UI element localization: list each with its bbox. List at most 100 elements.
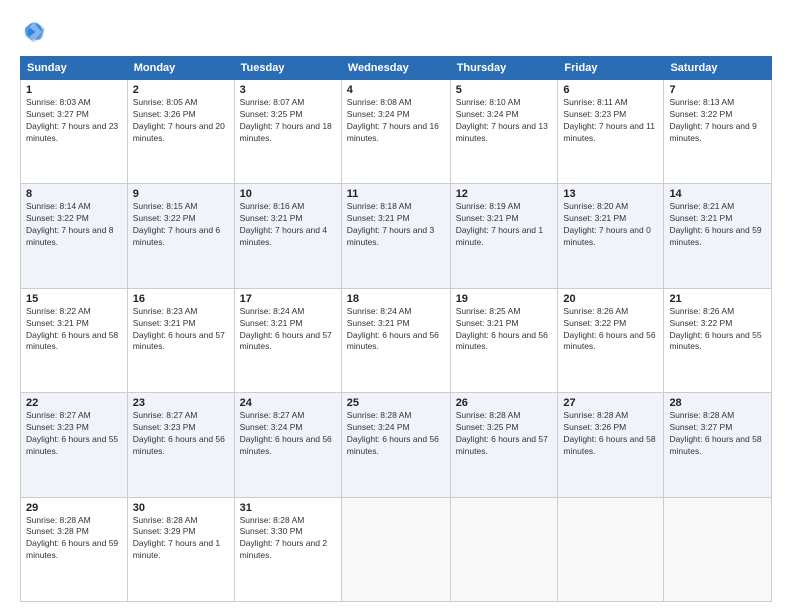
day-cell: 23 Sunrise: 8:27 AMSunset: 3:23 PMDaylig… (127, 393, 234, 497)
logo (20, 18, 52, 46)
day-info: Sunrise: 8:15 AMSunset: 3:22 PMDaylight:… (133, 201, 229, 249)
day-cell: 14 Sunrise: 8:21 AMSunset: 3:21 PMDaylig… (664, 184, 772, 288)
day-info: Sunrise: 8:28 AMSunset: 3:28 PMDaylight:… (26, 515, 122, 563)
day-number: 10 (240, 188, 336, 200)
day-cell: 9 Sunrise: 8:15 AMSunset: 3:22 PMDayligh… (127, 184, 234, 288)
day-number: 9 (133, 188, 229, 200)
day-number: 21 (669, 293, 766, 305)
week-row-2: 8 Sunrise: 8:14 AMSunset: 3:22 PMDayligh… (21, 184, 772, 288)
day-number: 24 (240, 397, 336, 409)
day-cell: 18 Sunrise: 8:24 AMSunset: 3:21 PMDaylig… (341, 288, 450, 392)
day-info: Sunrise: 8:05 AMSunset: 3:26 PMDaylight:… (133, 97, 229, 145)
day-cell: 21 Sunrise: 8:26 AMSunset: 3:22 PMDaylig… (664, 288, 772, 392)
day-number: 22 (26, 397, 122, 409)
day-info: Sunrise: 8:27 AMSunset: 3:23 PMDaylight:… (26, 410, 122, 458)
day-info: Sunrise: 8:16 AMSunset: 3:21 PMDaylight:… (240, 201, 336, 249)
day-info: Sunrise: 8:11 AMSunset: 3:23 PMDaylight:… (563, 97, 658, 145)
day-info: Sunrise: 8:28 AMSunset: 3:24 PMDaylight:… (347, 410, 445, 458)
day-number: 16 (133, 293, 229, 305)
day-info: Sunrise: 8:28 AMSunset: 3:30 PMDaylight:… (240, 515, 336, 563)
day-info: Sunrise: 8:25 AMSunset: 3:21 PMDaylight:… (456, 306, 553, 354)
day-cell: 29 Sunrise: 8:28 AMSunset: 3:28 PMDaylig… (21, 497, 128, 601)
logo-icon (20, 18, 48, 46)
day-number: 31 (240, 502, 336, 514)
day-number: 3 (240, 84, 336, 96)
day-of-week-saturday: Saturday (664, 57, 772, 80)
day-cell: 19 Sunrise: 8:25 AMSunset: 3:21 PMDaylig… (450, 288, 558, 392)
day-number: 1 (26, 84, 122, 96)
page: SundayMondayTuesdayWednesdayThursdayFrid… (0, 0, 792, 612)
day-number: 27 (563, 397, 658, 409)
day-cell: 11 Sunrise: 8:18 AMSunset: 3:21 PMDaylig… (341, 184, 450, 288)
day-info: Sunrise: 8:27 AMSunset: 3:23 PMDaylight:… (133, 410, 229, 458)
day-info: Sunrise: 8:24 AMSunset: 3:21 PMDaylight:… (347, 306, 445, 354)
week-row-4: 22 Sunrise: 8:27 AMSunset: 3:23 PMDaylig… (21, 393, 772, 497)
day-info: Sunrise: 8:22 AMSunset: 3:21 PMDaylight:… (26, 306, 122, 354)
day-of-week-friday: Friday (558, 57, 664, 80)
day-cell: 8 Sunrise: 8:14 AMSunset: 3:22 PMDayligh… (21, 184, 128, 288)
day-cell: 7 Sunrise: 8:13 AMSunset: 3:22 PMDayligh… (664, 80, 772, 184)
day-number: 19 (456, 293, 553, 305)
day-number: 8 (26, 188, 122, 200)
day-info: Sunrise: 8:26 AMSunset: 3:22 PMDaylight:… (669, 306, 766, 354)
day-info: Sunrise: 8:07 AMSunset: 3:25 PMDaylight:… (240, 97, 336, 145)
day-number: 20 (563, 293, 658, 305)
header-row: SundayMondayTuesdayWednesdayThursdayFrid… (21, 57, 772, 80)
day-number: 6 (563, 84, 658, 96)
week-row-1: 1 Sunrise: 8:03 AMSunset: 3:27 PMDayligh… (21, 80, 772, 184)
day-cell: 5 Sunrise: 8:10 AMSunset: 3:24 PMDayligh… (450, 80, 558, 184)
day-number: 30 (133, 502, 229, 514)
day-cell: 6 Sunrise: 8:11 AMSunset: 3:23 PMDayligh… (558, 80, 664, 184)
day-cell: 22 Sunrise: 8:27 AMSunset: 3:23 PMDaylig… (21, 393, 128, 497)
day-number: 15 (26, 293, 122, 305)
day-cell: 1 Sunrise: 8:03 AMSunset: 3:27 PMDayligh… (21, 80, 128, 184)
week-row-3: 15 Sunrise: 8:22 AMSunset: 3:21 PMDaylig… (21, 288, 772, 392)
day-info: Sunrise: 8:08 AMSunset: 3:24 PMDaylight:… (347, 97, 445, 145)
day-info: Sunrise: 8:24 AMSunset: 3:21 PMDaylight:… (240, 306, 336, 354)
day-number: 5 (456, 84, 553, 96)
day-info: Sunrise: 8:03 AMSunset: 3:27 PMDaylight:… (26, 97, 122, 145)
day-of-week-sunday: Sunday (21, 57, 128, 80)
day-number: 25 (347, 397, 445, 409)
day-cell: 12 Sunrise: 8:19 AMSunset: 3:21 PMDaylig… (450, 184, 558, 288)
day-cell: 10 Sunrise: 8:16 AMSunset: 3:21 PMDaylig… (234, 184, 341, 288)
day-cell: 2 Sunrise: 8:05 AMSunset: 3:26 PMDayligh… (127, 80, 234, 184)
day-cell (558, 497, 664, 601)
day-cell: 24 Sunrise: 8:27 AMSunset: 3:24 PMDaylig… (234, 393, 341, 497)
day-number: 2 (133, 84, 229, 96)
day-cell: 16 Sunrise: 8:23 AMSunset: 3:21 PMDaylig… (127, 288, 234, 392)
day-number: 28 (669, 397, 766, 409)
day-info: Sunrise: 8:26 AMSunset: 3:22 PMDaylight:… (563, 306, 658, 354)
day-cell: 15 Sunrise: 8:22 AMSunset: 3:21 PMDaylig… (21, 288, 128, 392)
day-cell: 17 Sunrise: 8:24 AMSunset: 3:21 PMDaylig… (234, 288, 341, 392)
day-number: 13 (563, 188, 658, 200)
day-cell: 3 Sunrise: 8:07 AMSunset: 3:25 PMDayligh… (234, 80, 341, 184)
day-number: 12 (456, 188, 553, 200)
day-cell: 31 Sunrise: 8:28 AMSunset: 3:30 PMDaylig… (234, 497, 341, 601)
day-number: 14 (669, 188, 766, 200)
day-number: 23 (133, 397, 229, 409)
day-of-week-wednesday: Wednesday (341, 57, 450, 80)
day-cell: 20 Sunrise: 8:26 AMSunset: 3:22 PMDaylig… (558, 288, 664, 392)
day-number: 7 (669, 84, 766, 96)
day-info: Sunrise: 8:20 AMSunset: 3:21 PMDaylight:… (563, 201, 658, 249)
day-info: Sunrise: 8:28 AMSunset: 3:29 PMDaylight:… (133, 515, 229, 563)
day-info: Sunrise: 8:23 AMSunset: 3:21 PMDaylight:… (133, 306, 229, 354)
day-info: Sunrise: 8:10 AMSunset: 3:24 PMDaylight:… (456, 97, 553, 145)
day-cell: 28 Sunrise: 8:28 AMSunset: 3:27 PMDaylig… (664, 393, 772, 497)
day-info: Sunrise: 8:28 AMSunset: 3:26 PMDaylight:… (563, 410, 658, 458)
day-info: Sunrise: 8:21 AMSunset: 3:21 PMDaylight:… (669, 201, 766, 249)
day-of-week-monday: Monday (127, 57, 234, 80)
day-cell (341, 497, 450, 601)
day-of-week-tuesday: Tuesday (234, 57, 341, 80)
day-info: Sunrise: 8:28 AMSunset: 3:25 PMDaylight:… (456, 410, 553, 458)
day-number: 26 (456, 397, 553, 409)
day-info: Sunrise: 8:13 AMSunset: 3:22 PMDaylight:… (669, 97, 766, 145)
day-number: 18 (347, 293, 445, 305)
day-cell: 25 Sunrise: 8:28 AMSunset: 3:24 PMDaylig… (341, 393, 450, 497)
day-cell: 27 Sunrise: 8:28 AMSunset: 3:26 PMDaylig… (558, 393, 664, 497)
day-info: Sunrise: 8:19 AMSunset: 3:21 PMDaylight:… (456, 201, 553, 249)
day-cell (664, 497, 772, 601)
day-number: 17 (240, 293, 336, 305)
day-number: 4 (347, 84, 445, 96)
